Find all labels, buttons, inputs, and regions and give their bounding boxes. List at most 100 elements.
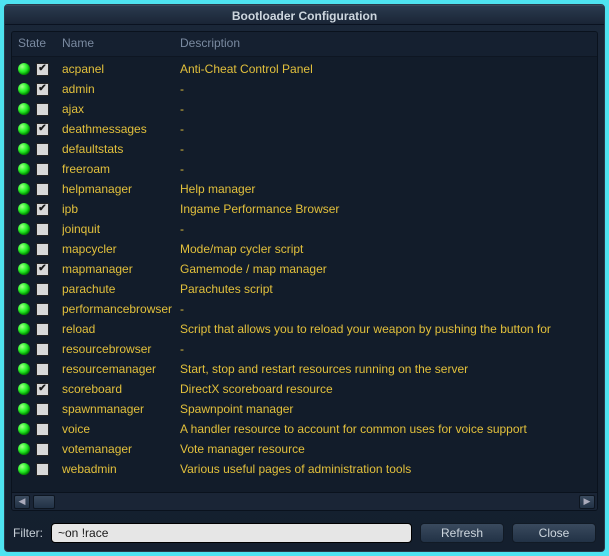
resource-table: State Name Description ✔acpanelAnti-Chea… — [11, 31, 598, 511]
table-row[interactable]: performancebrowser- — [12, 299, 597, 319]
col-header-state[interactable]: State — [18, 36, 62, 50]
scroll-right-button[interactable]: ▶ — [579, 495, 595, 509]
table-row[interactable]: resourcebrowser- — [12, 339, 597, 359]
description-cell: Gamemode / map manager — [180, 262, 591, 276]
close-button[interactable]: Close — [512, 523, 596, 543]
state-cell: ✔ — [18, 63, 62, 76]
table-row[interactable]: ✔admin- — [12, 79, 597, 99]
autostart-checkbox[interactable] — [36, 303, 49, 316]
autostart-checkbox[interactable] — [36, 223, 49, 236]
autostart-checkbox[interactable]: ✔ — [36, 383, 49, 396]
autostart-checkbox[interactable]: ✔ — [36, 83, 49, 96]
name-cell: reload — [62, 322, 180, 336]
autostart-checkbox[interactable] — [36, 283, 49, 296]
name-cell: performancebrowser — [62, 302, 180, 316]
status-dot-icon — [18, 463, 30, 475]
table-row[interactable]: joinquit- — [12, 219, 597, 239]
description-cell: - — [180, 302, 591, 316]
description-cell: DirectX scoreboard resource — [180, 382, 591, 396]
table-row[interactable]: voiceA handler resource to account for c… — [12, 419, 597, 439]
name-cell: votemanager — [62, 442, 180, 456]
autostart-checkbox[interactable] — [36, 403, 49, 416]
refresh-button[interactable]: Refresh — [420, 523, 504, 543]
name-cell: voice — [62, 422, 180, 436]
status-dot-icon — [18, 263, 30, 275]
name-cell: freeroam — [62, 162, 180, 176]
autostart-checkbox[interactable] — [36, 363, 49, 376]
name-cell: resourcebrowser — [62, 342, 180, 356]
autostart-checkbox[interactable] — [36, 243, 49, 256]
description-cell: Help manager — [180, 182, 591, 196]
autostart-checkbox[interactable] — [36, 163, 49, 176]
status-dot-icon — [18, 383, 30, 395]
autostart-checkbox[interactable]: ✔ — [36, 123, 49, 136]
name-cell: spawnmanager — [62, 402, 180, 416]
col-header-description[interactable]: Description — [180, 36, 591, 50]
status-dot-icon — [18, 403, 30, 415]
description-cell: Vote manager resource — [180, 442, 591, 456]
table-row[interactable]: resourcemanagerStart, stop and restart r… — [12, 359, 597, 379]
table-body: ✔acpanelAnti-Cheat Control Panel✔admin-a… — [12, 57, 597, 492]
chevron-right-icon: ▶ — [584, 496, 591, 507]
autostart-checkbox[interactable] — [36, 323, 49, 336]
filter-label: Filter: — [13, 526, 43, 540]
autostart-checkbox[interactable] — [36, 423, 49, 436]
horizontal-scrollbar[interactable]: ◀ ▶ — [12, 492, 597, 510]
table-row[interactable]: ✔acpanelAnti-Cheat Control Panel — [12, 59, 597, 79]
table-row[interactable]: freeroam- — [12, 159, 597, 179]
name-cell: mapmanager — [62, 262, 180, 276]
table-row[interactable]: mapcyclerMode/map cycler script — [12, 239, 597, 259]
status-dot-icon — [18, 123, 30, 135]
table-row[interactable]: votemanagerVote manager resource — [12, 439, 597, 459]
name-cell: webadmin — [62, 462, 180, 476]
table-row[interactable]: ✔scoreboardDirectX scoreboard resource — [12, 379, 597, 399]
titlebar[interactable]: Bootloader Configuration — [5, 5, 604, 25]
name-cell: helpmanager — [62, 182, 180, 196]
autostart-checkbox[interactable] — [36, 183, 49, 196]
status-dot-icon — [18, 143, 30, 155]
table-row[interactable]: defaultstats- — [12, 139, 597, 159]
table-row[interactable]: webadminVarious useful pages of administ… — [12, 459, 597, 479]
table-header: State Name Description — [12, 32, 597, 57]
state-cell — [18, 283, 62, 296]
status-dot-icon — [18, 363, 30, 375]
description-cell: - — [180, 222, 591, 236]
status-dot-icon — [18, 283, 30, 295]
autostart-checkbox[interactable]: ✔ — [36, 263, 49, 276]
status-dot-icon — [18, 323, 30, 335]
state-cell: ✔ — [18, 263, 62, 276]
table-row[interactable]: parachuteParachutes script — [12, 279, 597, 299]
state-cell — [18, 243, 62, 256]
table-row[interactable]: ✔ mapmanagerGamemode / map manager — [12, 259, 597, 279]
description-cell: - — [180, 342, 591, 356]
description-cell: - — [180, 162, 591, 176]
scroll-left-button[interactable]: ◀ — [14, 495, 30, 509]
filter-input[interactable] — [51, 523, 412, 543]
autostart-checkbox[interactable] — [36, 143, 49, 156]
col-header-name[interactable]: Name — [62, 36, 180, 50]
name-cell: ipb — [62, 202, 180, 216]
autostart-checkbox[interactable] — [36, 463, 49, 476]
state-cell — [18, 183, 62, 196]
description-cell: - — [180, 82, 591, 96]
name-cell: defaultstats — [62, 142, 180, 156]
name-cell: resourcemanager — [62, 362, 180, 376]
description-cell: Anti-Cheat Control Panel — [180, 62, 591, 76]
autostart-checkbox[interactable] — [36, 343, 49, 356]
autostart-checkbox[interactable]: ✔ — [36, 203, 49, 216]
name-cell: parachute — [62, 282, 180, 296]
status-dot-icon — [18, 423, 30, 435]
state-cell — [18, 103, 62, 116]
table-row[interactable]: ✔deathmessages- — [12, 119, 597, 139]
table-row[interactable]: reloadScript that allows you to reload y… — [12, 319, 597, 339]
table-row[interactable]: helpmanagerHelp manager — [12, 179, 597, 199]
status-dot-icon — [18, 303, 30, 315]
autostart-checkbox[interactable]: ✔ — [36, 63, 49, 76]
scroll-thumb[interactable] — [33, 495, 55, 509]
autostart-checkbox[interactable] — [36, 443, 49, 456]
state-cell: ✔ — [18, 203, 62, 216]
table-row[interactable]: ✔ipbIngame Performance Browser — [12, 199, 597, 219]
autostart-checkbox[interactable] — [36, 103, 49, 116]
table-row[interactable]: spawnmanagerSpawnpoint manager — [12, 399, 597, 419]
table-row[interactable]: ajax- — [12, 99, 597, 119]
